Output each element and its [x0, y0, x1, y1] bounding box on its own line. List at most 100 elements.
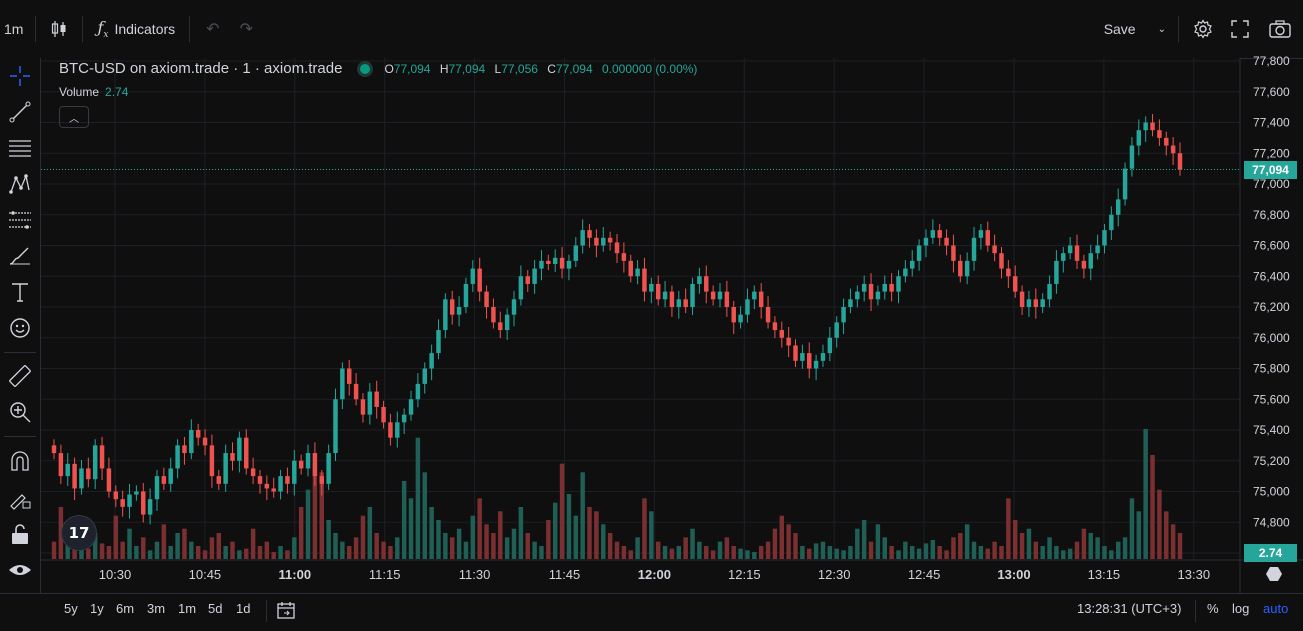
volume-bar	[834, 548, 839, 559]
volume-bar	[587, 507, 592, 559]
volume-legend: Volume 2.74	[59, 85, 128, 99]
range-1m[interactable]: 1m	[178, 601, 196, 616]
volume-bar	[704, 546, 709, 559]
volume-value: 2.74	[105, 85, 129, 99]
volume-bar	[1061, 550, 1066, 559]
candle-body	[395, 422, 400, 438]
candle-body	[141, 491, 146, 515]
ohlc-values: O77,094 H77,094 L77,056 C77,094 0.000000…	[384, 62, 703, 76]
volume-bar	[662, 546, 668, 559]
candle-body	[1067, 245, 1073, 254]
log-toggle[interactable]: log	[1232, 601, 1249, 616]
volume-bar	[676, 546, 682, 559]
volume-bar	[340, 541, 345, 559]
volume-bar	[573, 515, 579, 559]
candle-body	[546, 260, 551, 264]
candle-body	[312, 453, 318, 477]
volume-bar	[292, 537, 297, 559]
volume-bar	[422, 472, 427, 559]
symbol-title[interactable]: BTC-USD on axiom.trade · 1 · axiom.trade	[59, 60, 342, 77]
candle-body	[971, 237, 977, 261]
range-5y[interactable]: 5y	[64, 601, 78, 616]
collapse-legend-button[interactable]: ︿	[59, 106, 89, 128]
range-1d[interactable]: 1d	[236, 601, 250, 616]
candle-body	[511, 299, 517, 315]
candle-body	[120, 499, 125, 507]
candle-body	[1129, 145, 1135, 169]
volume-bar	[1150, 455, 1155, 559]
x-tick-label: 13:15	[1088, 567, 1121, 582]
volume-bar	[113, 515, 119, 559]
candle-body	[861, 283, 867, 292]
clock-display[interactable]: 13:28:31 (UTC+3)	[1077, 601, 1181, 616]
volume-bar	[1164, 511, 1169, 559]
candle-body	[910, 260, 915, 269]
percent-toggle[interactable]: %	[1207, 601, 1219, 616]
candle-body	[1170, 145, 1176, 154]
candle-body	[147, 499, 153, 515]
volume-bar	[1047, 537, 1052, 559]
candle-body	[738, 314, 743, 323]
volume-bar	[1170, 524, 1176, 559]
candle-body	[65, 463, 70, 477]
candle-body	[724, 291, 730, 307]
candle-body	[628, 260, 633, 277]
volume-bar	[1067, 548, 1073, 559]
candle-body	[154, 476, 160, 500]
axis-settings-button[interactable]	[1266, 566, 1282, 582]
volume-bar	[985, 548, 990, 559]
volume-bar	[958, 533, 963, 559]
volume-bar	[889, 546, 894, 559]
volume-bar	[683, 537, 688, 559]
volume-bar	[710, 550, 716, 559]
candle-body	[168, 468, 173, 484]
candle-body	[635, 268, 640, 277]
volume-bar	[305, 489, 311, 559]
volume-bar	[1115, 541, 1121, 559]
candle-body	[614, 242, 620, 254]
candle-body	[834, 322, 839, 338]
volume-bar	[717, 541, 723, 559]
range-3m[interactable]: 3m	[147, 601, 165, 616]
candle-body	[621, 253, 627, 261]
auto-toggle[interactable]: auto	[1263, 601, 1288, 616]
volume-bar	[724, 537, 730, 559]
candle-body	[367, 391, 373, 415]
tradingview-logo[interactable]: 17	[61, 515, 97, 551]
range-5d[interactable]: 5d	[208, 601, 222, 616]
volume-bar	[216, 533, 222, 559]
volume-bar	[916, 548, 922, 559]
volume-bar	[120, 541, 125, 559]
price-chart[interactable]: 77,800 77,600 77,400 77,200 77,000 76,800 76,6…	[0, 0, 1303, 593]
volume-bar	[601, 524, 606, 559]
volume-bar	[1102, 546, 1107, 559]
volume-bar	[813, 543, 819, 559]
volume-bar	[642, 498, 647, 559]
candle-body	[79, 468, 84, 489]
range-6m[interactable]: 6m	[116, 601, 134, 616]
volume-bar	[127, 528, 132, 559]
volume-bar	[443, 533, 448, 559]
volume-bar	[635, 537, 640, 559]
candle-body	[916, 245, 922, 261]
volume-bar	[285, 550, 290, 559]
volume-bar	[807, 548, 812, 559]
y-tick-label: 76,400	[1253, 269, 1290, 283]
candle-body	[1164, 137, 1169, 146]
range-1y[interactable]: 1y	[90, 601, 104, 616]
candle-body	[216, 476, 222, 484]
volume-bar	[264, 541, 270, 559]
candle-body	[333, 399, 338, 454]
goto-date-button[interactable]	[276, 600, 296, 623]
candle-body	[1157, 130, 1162, 138]
open-label: O	[384, 61, 394, 76]
bottom-toolbar: 5y 1y 6m 3m 1m 5d 1d 13:28:31 (UTC+3) % log au…	[0, 593, 1303, 630]
volume-bar	[1054, 546, 1059, 559]
candle-body	[1019, 291, 1025, 307]
candle-body	[889, 283, 894, 292]
volume-bar	[861, 520, 867, 559]
volume-bar	[257, 546, 263, 559]
volume-bar	[525, 533, 530, 559]
volume-bar	[1040, 546, 1045, 559]
candle-body	[401, 414, 407, 423]
